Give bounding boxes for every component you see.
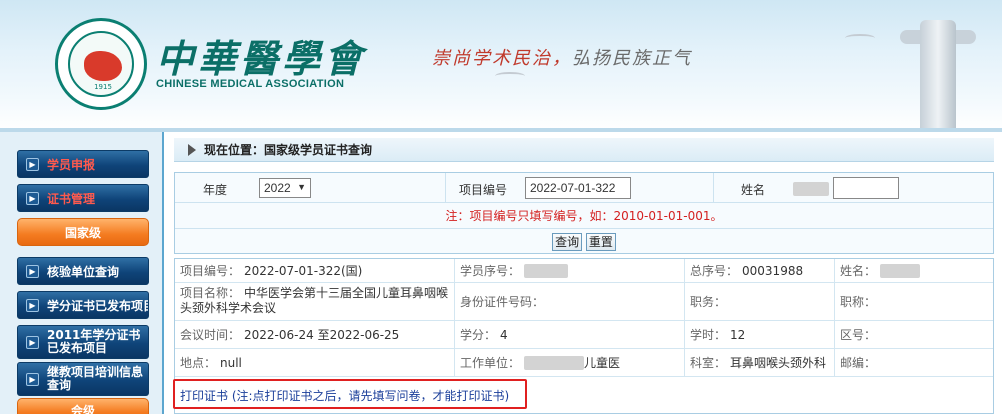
breadcrumb: 现在位置：国家级学员证书查询 (174, 138, 994, 162)
hours-value: 12 (730, 327, 746, 342)
brand-chinese-name: 中華醫學會 (156, 36, 367, 81)
table-row: 会议时间： 2022-06-24 至2022-06-25 学分： 4 学时： 1… (175, 321, 993, 349)
dept-value: 耳鼻咽喉头颈外科 (730, 356, 827, 370)
search-note: 注：项目编号只填写编号，如：2010-01-01-001。 (175, 203, 993, 229)
location-value: null (220, 355, 242, 370)
reset-button[interactable]: 重置 (585, 233, 616, 251)
logo-year: 1915 (94, 83, 112, 91)
credit-value: 4 (500, 327, 508, 342)
sidebar-item-student-apply[interactable]: ▶ 学员申报 (17, 150, 149, 178)
main-content: 现在位置：国家级学员证书查询 年度 2022 ▼ 项目编号 2022-07-01… (166, 132, 1002, 414)
project-no-label: 项目编号 (459, 183, 508, 197)
table-row: 项目名称： 中华医学会第十三届全国儿童耳鼻咽喉头颈外科学术会议 身份证件号码： 职… (175, 283, 993, 321)
chevron-down-icon: ▼ (297, 182, 306, 192)
china-map-icon (84, 51, 122, 81)
query-button[interactable]: 查询 (552, 233, 583, 251)
sidebar-item-2011-projects[interactable]: ▶ 2011年学分证书已发布项目 (17, 325, 149, 359)
breadcrumb-text: 现在位置：国家级学员证书查询 (204, 143, 373, 157)
redacted-name-value (880, 263, 921, 278)
print-row: 打印证书 (注:点打印证书之后，请先填写问卷，才能打印证书) (173, 379, 993, 411)
bird-icon (845, 34, 875, 42)
chevron-right-icon: ▶ (26, 191, 39, 205)
year-select[interactable]: 2022 ▼ (259, 178, 311, 198)
chevron-right-icon: ▶ (26, 372, 39, 386)
brand-english-name: CHINESE MEDICAL ASSOCIATION (156, 78, 345, 90)
sidebar-item-national-level[interactable]: 国家级 (17, 218, 149, 246)
huabiao-column (920, 20, 956, 130)
redacted-work-unit (524, 355, 585, 370)
bird-icon (495, 72, 525, 80)
sidebar-item-published-projects[interactable]: ▶ 学分证书已发布项目 (17, 291, 149, 319)
table-row: 项目编号： 2022-07-01-322(国) 学员序号： 总序号： 00031… (175, 259, 993, 283)
triangle-right-icon (188, 143, 196, 156)
result-table: 项目编号： 2022-07-01-322(国) 学员序号： 总序号： 00031… (173, 258, 994, 414)
search-fields-row: 年度 2022 ▼ 项目编号 2022-07-01-322 姓名 (175, 173, 993, 203)
project-no-input[interactable]: 2022-07-01-322 (525, 177, 631, 199)
sidebar-item-training-info[interactable]: ▶ 继教项目培训信息查询 (17, 362, 149, 396)
search-buttons: 查询 重置 (175, 230, 993, 254)
sidebar-item-certificate-manage[interactable]: ▶ 证书管理 (17, 184, 149, 212)
work-unit-suffix: 儿童医 (584, 356, 621, 370)
header-motto: 崇尚学术民治，弘扬民族正气 (432, 44, 692, 70)
redacted-student-no (524, 263, 569, 278)
sidebar: ▶ 学员申报 ▶ 证书管理 国家级 ▶ 核验单位查询 ▶ 学分证书已发布项目 ▶ 2011… (0, 132, 164, 414)
sidebar-item-verify-unit[interactable]: ▶ 核验单位查询 (17, 257, 149, 285)
sidebar-item-association-level[interactable]: 会级 (17, 398, 149, 414)
cma-logo: 1915 (55, 18, 147, 110)
year-label: 年度 (203, 183, 228, 197)
motto-part-2: 弘扬民族正气 (572, 48, 692, 69)
chevron-right-icon: ▶ (26, 157, 39, 171)
table-row: 地点： null 工作单位： 儿童医 科室： 耳鼻咽喉头颈外科 邮编： (175, 349, 993, 377)
motto-part-1: 崇尚学术民治， (432, 48, 572, 69)
total-no-value: 00031988 (742, 263, 804, 278)
chevron-right-icon: ▶ (26, 264, 39, 278)
name-label: 姓名 (741, 183, 766, 197)
site-header: 1915 中華醫學會 CHINESE MEDICAL ASSOCIATION 崇… (0, 0, 1002, 130)
print-certificate-link[interactable]: 打印证书 (注:点打印证书之后，请先填写问卷，才能打印证书) (180, 387, 509, 404)
search-form: 年度 2022 ▼ 项目编号 2022-07-01-322 姓名 注：项目编号只… (174, 172, 994, 254)
chevron-right-icon: ▶ (26, 335, 39, 349)
name-input[interactable] (833, 177, 899, 199)
meeting-time-value: 2022-06-24 至2022-06-25 (244, 328, 400, 342)
chevron-right-icon: ▶ (26, 298, 39, 312)
logo-inner-ring: 1915 (68, 31, 134, 97)
project-no-value: 2022-07-01-322(国) (244, 264, 363, 278)
redacted-name (793, 181, 829, 196)
